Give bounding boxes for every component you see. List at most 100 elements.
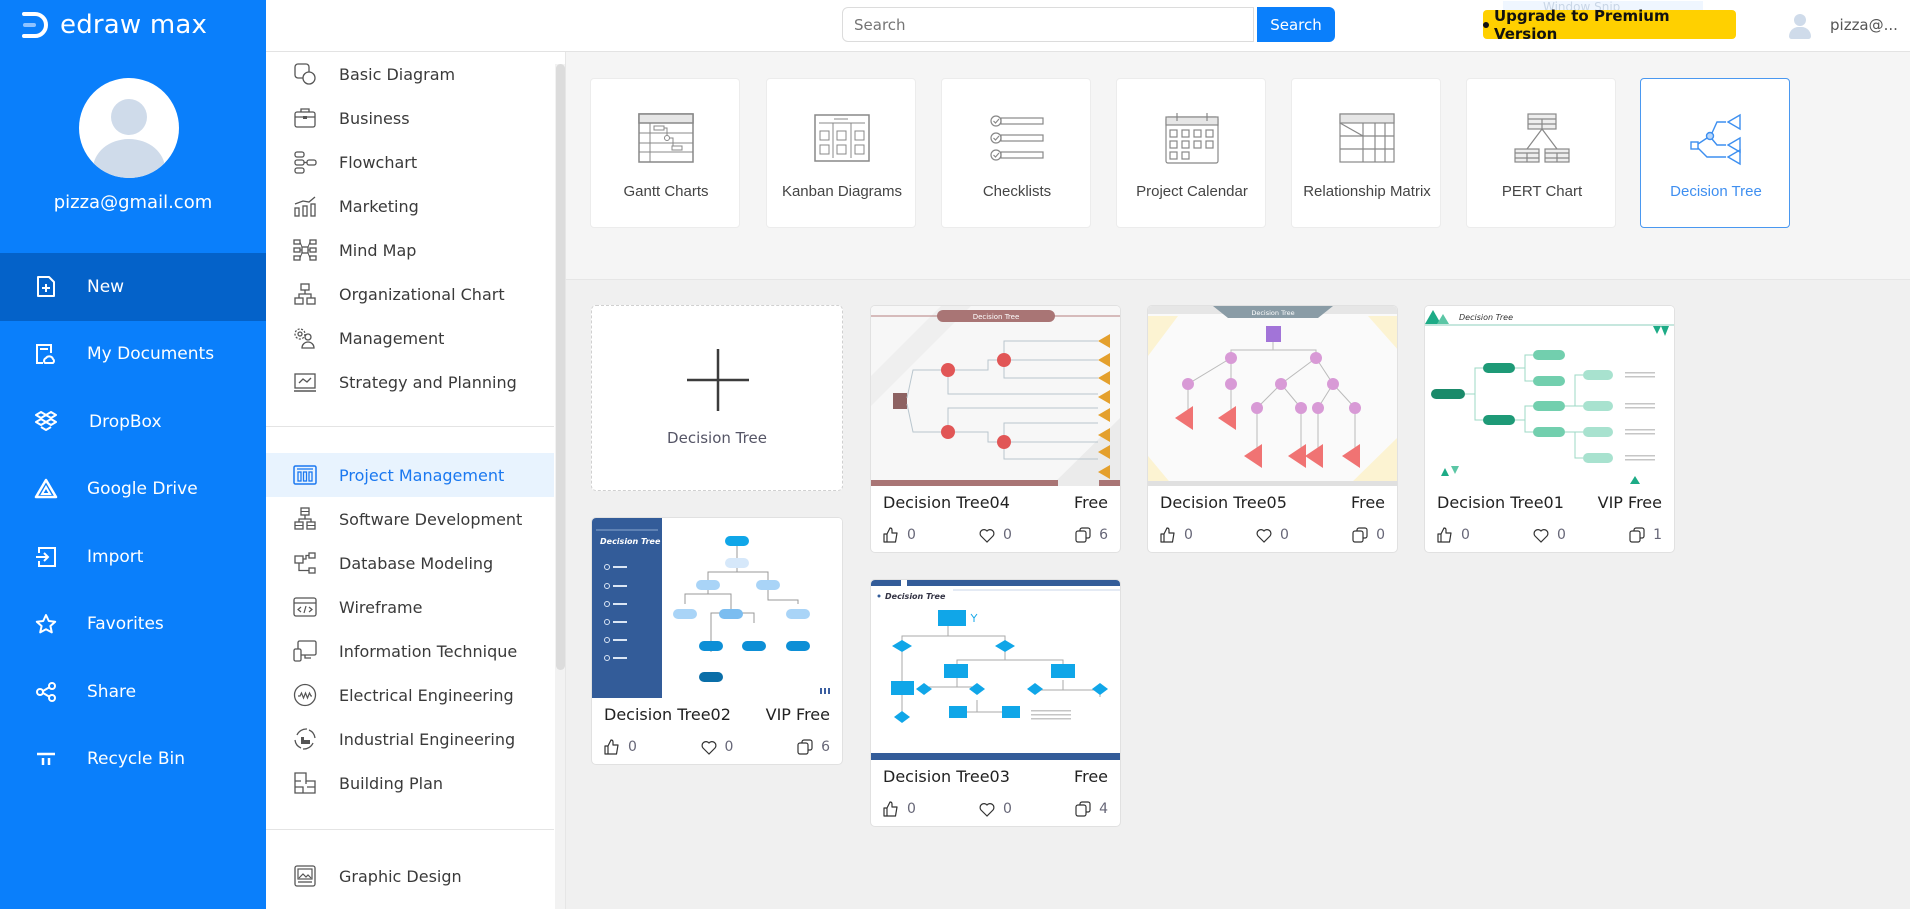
sidebar-item-share[interactable]: Share: [0, 658, 266, 726]
duplicate-button[interactable]: 1: [1629, 527, 1662, 543]
favorite-button[interactable]: 0: [701, 739, 733, 755]
type-card-pert-chart[interactable]: PERT Chart: [1466, 78, 1616, 228]
category-scrollbar-thumb[interactable]: [556, 64, 565, 670]
share-icon: [34, 680, 58, 704]
template-price: Free: [1074, 767, 1108, 786]
app-logo[interactable]: edraw max: [20, 10, 207, 40]
sidebar-item-recycle-bin[interactable]: Recycle Bin: [0, 726, 266, 794]
upgrade-premium-button[interactable]: Upgrade to Premium Version: [1483, 7, 1736, 43]
type-card-relationship-matrix[interactable]: Relationship Matrix: [1291, 78, 1441, 228]
sidebar-item-dropbox[interactable]: DropBox: [0, 388, 266, 456]
category-label: Organizational Chart: [339, 284, 505, 304]
duplicate-button[interactable]: 6: [1075, 527, 1108, 543]
type-card-gantt-charts[interactable]: Gantt Charts: [590, 78, 740, 228]
template-card[interactable]: Decision Tree Decision Tree02 VIP Free 0…: [591, 517, 843, 765]
new-blank-diagram-card[interactable]: Decision Tree: [591, 305, 843, 491]
favorite-button[interactable]: 0: [979, 801, 1012, 817]
template-card[interactable]: Decision Tree Decision Tree04 Free 0 0 6: [870, 305, 1121, 553]
user-avatar[interactable]: [79, 78, 179, 178]
type-card-kanban-diagrams[interactable]: Kanban Diagrams: [766, 78, 916, 228]
software-dev-icon: [292, 506, 318, 532]
category-business[interactable]: Business: [266, 96, 554, 140]
sidebar-item-import[interactable]: Import: [0, 523, 266, 591]
sidebar-item-new[interactable]: New: [0, 253, 266, 321]
like-button[interactable]: 0: [883, 801, 916, 817]
category-label: Graphic Design: [339, 866, 462, 886]
type-card-label: Kanban Diagrams: [781, 183, 903, 200]
calendar-icon: [1117, 111, 1267, 165]
mind-map-icon: [292, 237, 318, 263]
user-menu[interactable]: pizza@...: [1788, 12, 1898, 39]
category-industrial-engineering[interactable]: Industrial Engineering: [266, 717, 554, 761]
type-card-project-calendar[interactable]: Project Calendar: [1116, 78, 1266, 228]
category-information-technique[interactable]: Information Technique: [266, 629, 554, 673]
category-divider: [266, 829, 554, 830]
google-drive-icon: [34, 477, 58, 501]
like-button[interactable]: 0: [883, 527, 916, 543]
template-thumbnail: Decision Tree: [1148, 306, 1397, 486]
category-basic-diagram[interactable]: Basic Diagram: [266, 52, 554, 96]
search-button[interactable]: Search: [1257, 7, 1335, 42]
sidebar-item-favorites[interactable]: Favorites: [0, 591, 266, 659]
category-management[interactable]: Management: [266, 316, 554, 360]
svg-text:Decision Tree: Decision Tree: [1459, 313, 1513, 322]
sidebar-item-label: New: [87, 276, 125, 297]
sidebar-item-label: Share: [87, 681, 137, 702]
category-marketing[interactable]: Marketing: [266, 184, 554, 228]
category-building-plan[interactable]: Building Plan: [266, 761, 554, 805]
favorite-button[interactable]: 0: [1533, 527, 1566, 543]
type-card-label: Relationship Matrix: [1303, 183, 1431, 200]
template-stats: 0 0 6: [604, 736, 830, 758]
category-database-modeling[interactable]: Database Modeling: [266, 541, 554, 585]
heart-icon: [1256, 528, 1272, 543]
duplicate-button[interactable]: 0: [1352, 527, 1385, 543]
top-header: Search Window Snip Upgrade to Premium Ve…: [266, 0, 1910, 52]
template-price: Free: [1351, 493, 1385, 512]
search-input[interactable]: [842, 7, 1254, 42]
category-label: Marketing: [339, 196, 419, 216]
template-price: VIP Free: [765, 705, 830, 724]
new-file-icon: [34, 275, 58, 299]
category-label: Project Management: [339, 465, 505, 485]
template-stats: 0 0 4: [883, 798, 1108, 820]
favorite-button[interactable]: 0: [1256, 527, 1289, 543]
matrix-icon: [1292, 111, 1442, 165]
category-project-management[interactable]: Project Management: [266, 453, 554, 497]
user-email: pizza@gmail.com: [53, 192, 213, 213]
sidebar-item-google-drive[interactable]: Google Drive: [0, 456, 266, 524]
category-graphic-design[interactable]: Graphic Design: [266, 854, 554, 898]
category-mind-map[interactable]: Mind Map: [266, 228, 554, 272]
category-strategy-planning[interactable]: Strategy and Planning: [266, 360, 554, 404]
template-card[interactable]: Decision Tree Decision Tree05 Free 0 0 0: [1147, 305, 1398, 553]
favorite-button[interactable]: 0: [979, 527, 1012, 543]
template-card[interactable]: Decision Tree Decision Tree01 VIP Free 0…: [1424, 305, 1675, 553]
category-label: Wireframe: [339, 597, 423, 617]
type-card-label: Gantt Charts: [623, 183, 709, 200]
duplicate-button[interactable]: 4: [1075, 801, 1108, 817]
category-software-development[interactable]: Software Development: [266, 497, 554, 541]
sidebar-item-label: Google Drive: [87, 479, 198, 500]
import-icon: [34, 545, 58, 569]
type-card-checklists[interactable]: Checklists: [941, 78, 1091, 228]
template-card[interactable]: Decision Tree Decision Tree03 Free 0 0 4: [870, 579, 1121, 827]
thumbs-up-icon: [604, 739, 619, 755]
upgrade-label: Upgrade to Premium Version: [1493, 6, 1670, 43]
type-card-label: Checklists: [982, 183, 1052, 200]
type-card-decision-tree[interactable]: Decision Tree: [1640, 78, 1790, 228]
like-button[interactable]: 0: [1160, 527, 1193, 543]
like-button[interactable]: 0: [1437, 527, 1470, 543]
category-electrical-engineering[interactable]: Electrical Engineering: [266, 673, 554, 717]
type-card-label: Project Calendar: [1136, 183, 1248, 200]
graphic-design-icon: [292, 863, 318, 889]
category-wireframe[interactable]: Wireframe: [266, 585, 554, 629]
svg-text:Decision Tree: Decision Tree: [600, 537, 661, 546]
sidebar-item-my-documents[interactable]: My Documents: [0, 321, 266, 389]
dropbox-icon: [34, 410, 58, 434]
category-label: Basic Diagram: [339, 64, 456, 84]
like-button[interactable]: 0: [604, 739, 637, 755]
duplicate-button[interactable]: 6: [797, 739, 830, 755]
bar-chart-icon: [292, 193, 318, 219]
category-flowchart[interactable]: Flowchart: [266, 140, 554, 184]
category-organizational-chart[interactable]: Organizational Chart: [266, 272, 554, 316]
category-label: Electrical Engineering: [339, 685, 514, 705]
